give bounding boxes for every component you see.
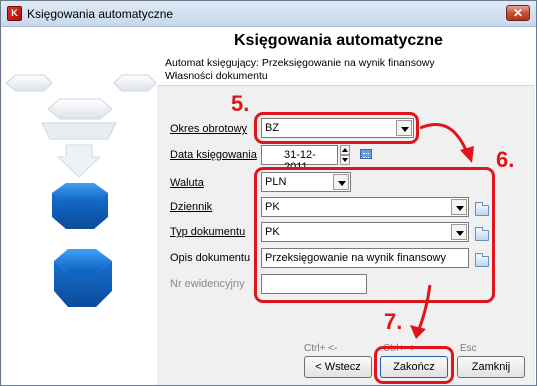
title-bar: K Księgowania automatyczne ✕ [1, 1, 536, 27]
close-button[interactable]: Zamknij [457, 356, 525, 378]
highlight-okres [254, 112, 419, 144]
back-button[interactable]: < Wstecz [304, 356, 372, 378]
back-hint: Ctrl+ <- [304, 343, 338, 354]
highlight-finish [374, 346, 454, 384]
page-title: Księgowania automatyczne [234, 32, 443, 49]
step-7-marker: 7. [384, 309, 403, 334]
dialog-content: Księgowania automatyczne Automat księguj… [2, 27, 536, 385]
typ-label: Typ dokumentu [170, 226, 246, 238]
window-title: Księgowania automatyczne [27, 7, 174, 21]
nr-label: Nr ewidencyjny [170, 278, 245, 290]
section-subtitle: Własności dokumentu [165, 70, 268, 82]
close-window-button[interactable]: ✕ [506, 5, 530, 21]
automat-subtitle: Automat księgujący: Przeksięgowanie na w… [165, 57, 435, 69]
spin-down-icon[interactable] [340, 155, 350, 165]
calendar-icon[interactable] [360, 149, 372, 159]
date-spinner[interactable] [340, 145, 350, 165]
wizard-illustration [2, 27, 157, 385]
opis-label: Opis dokumentu [170, 252, 251, 264]
spin-up-icon[interactable] [340, 145, 350, 155]
okres-label: Okres obrotowy [170, 123, 248, 135]
app-icon: K [7, 6, 22, 21]
hexagon-steps-illustration [5, 74, 157, 307]
step-6-marker: 6. [496, 147, 515, 172]
close-hint: Esc [460, 343, 477, 354]
highlight-fields [254, 167, 495, 303]
waluta-label: Waluta [170, 177, 204, 189]
dziennik-label: Dziennik [170, 201, 213, 213]
data-input[interactable]: 31-12-2011 [261, 145, 338, 173]
dialog-window: K Księgowania automatyczne ✕ Księgowania… [0, 0, 537, 386]
step-5-marker: 5. [231, 91, 250, 116]
data-label: Data księgowania [170, 149, 257, 161]
